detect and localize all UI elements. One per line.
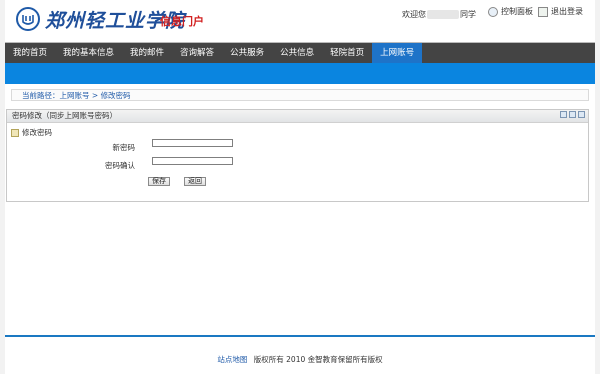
copyright-text: 版权所有 2010 金智教育保留所有版权 [253, 355, 383, 364]
logout-label: 退出登录 [551, 7, 583, 16]
breadcrumb-change-password[interactable]: 修改密码 [101, 91, 131, 100]
page-right-margin [595, 0, 600, 374]
logout-icon [538, 6, 548, 17]
panel-controls [560, 111, 585, 118]
save-button[interactable]: 保存 [148, 177, 170, 186]
confirm-password-label: 密码确认 [105, 161, 135, 170]
section-title: 修改密码 [22, 128, 52, 137]
nav-subbar [5, 63, 595, 84]
nav-item-mail[interactable]: 我的邮件 [122, 43, 172, 63]
panel-refresh-icon[interactable] [560, 111, 567, 118]
breadcrumb-net-account[interactable]: 上网账号 [60, 91, 90, 100]
confirm-password-input[interactable] [152, 157, 233, 165]
footer: 站点地图 版权所有 2010 金智教育保留所有版权 [5, 354, 595, 365]
back-button[interactable]: 返回 [184, 177, 206, 186]
nav-item-consult[interactable]: 咨询解答 [172, 43, 222, 63]
welcome-suffix: 同学 [460, 10, 476, 19]
control-panel-link[interactable]: 控制面板 [488, 6, 533, 17]
welcome-prefix: 欢迎您 [402, 10, 426, 19]
new-password-label: 新密码 [112, 143, 136, 152]
new-password-input[interactable] [152, 139, 233, 147]
footer-divider [5, 335, 595, 337]
password-panel: 密码修改（同步上网账号密码） 修改密码 新密码 密码确认 保存 返回 [6, 109, 589, 202]
header: 郑州轻工业学院 信息门户 欢迎您 同学 控制面板 退出登录 [5, 0, 595, 42]
edit-icon [11, 128, 19, 137]
panel-title: 密码修改（同步上网账号密码） [12, 111, 117, 120]
portal-label: 信息门户 [160, 15, 204, 28]
nav-item-net-account[interactable]: 上网账号 [372, 43, 423, 63]
redacted-username [427, 10, 459, 19]
control-panel-icon [488, 6, 498, 17]
panel-minimize-icon[interactable] [569, 111, 576, 118]
nav-item-public-info[interactable]: 公共信息 [272, 43, 322, 63]
breadcrumb-prefix: 当前路径： [22, 91, 60, 100]
panel-close-icon[interactable] [578, 111, 585, 118]
panel-title-bar: 密码修改（同步上网账号密码） [7, 110, 588, 123]
nav-item-public-service[interactable]: 公共服务 [222, 43, 272, 63]
control-panel-label: 控制面板 [501, 7, 533, 16]
logout-link[interactable]: 退出登录 [538, 6, 583, 17]
main-nav: 我的首页 我的基本信息 我的邮件 咨询解答 公共服务 公共信息 轻院首页 上网账… [5, 43, 595, 63]
welcome-text: 欢迎您 同学 [402, 9, 476, 20]
breadcrumb-separator: > [89, 91, 101, 100]
nav-item-basic-info[interactable]: 我的基本信息 [55, 43, 122, 63]
nav-item-home[interactable]: 我的首页 [5, 43, 55, 63]
section-header: 修改密码 [11, 127, 52, 138]
breadcrumb: 当前路径：上网账号 > 修改密码 [11, 89, 589, 101]
school-emblem-icon [16, 7, 40, 31]
sitemap-link[interactable]: 站点地图 [217, 355, 247, 364]
nav-item-school-home[interactable]: 轻院首页 [322, 43, 372, 63]
